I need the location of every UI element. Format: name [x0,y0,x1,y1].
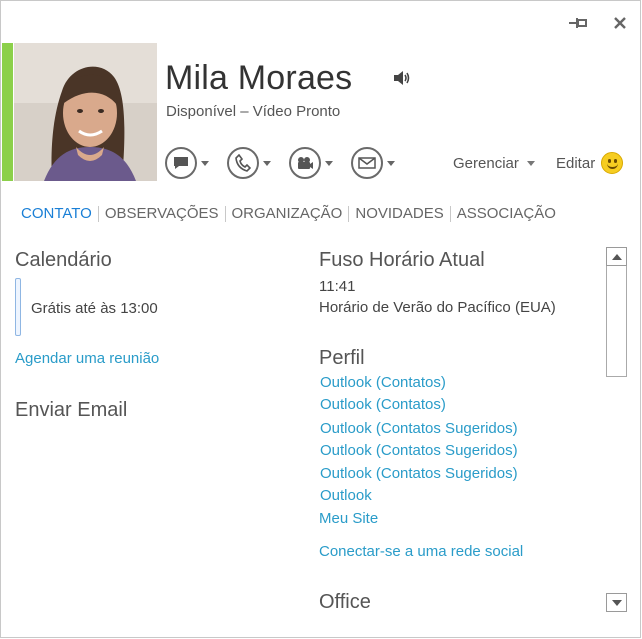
action-bar [165,147,403,179]
tab-contact[interactable]: CONTATO [21,205,98,222]
calendar-free-bar [15,278,21,336]
speaker-icon[interactable] [393,70,411,91]
local-time: 11:41 [319,278,356,295]
schedule-meeting-link[interactable]: Agendar uma reunião [15,350,159,367]
email-icon [351,147,383,179]
chevron-down-icon [201,160,209,166]
profile-link[interactable]: Outlook [320,487,372,504]
profile-link[interactable]: Outlook (Contatos Sugeridos) [320,420,518,437]
scroll-thumb[interactable] [606,266,627,377]
phone-icon [227,147,259,179]
chat-bubble-icon [165,147,197,179]
arrow-up-icon [611,253,622,260]
tab-bar: CONTATO OBSERVAÇÕES ORGANIZAÇÃO NOVIDADE… [21,205,562,222]
contact-card: Mila Moraes Disponível – Vídeo Pronto Ge… [0,0,641,638]
office-title: Office [319,591,371,613]
tab-news[interactable]: NOVIDADES [349,205,449,222]
tab-notes[interactable]: OBSERVAÇÕES [99,205,225,222]
video-camera-icon [289,147,321,179]
video-call-button[interactable] [289,147,341,179]
presence-indicator [2,43,13,181]
tab-membership[interactable]: ASSOCIAÇÃO [451,205,562,222]
profile-title: Perfil [319,347,365,369]
chevron-down-icon [263,160,271,166]
profile-link[interactable]: Outlook (Contatos) [320,374,446,391]
edit-button[interactable]: Editar [556,152,624,174]
social-network-link[interactable]: Conectar-se a uma rede social [319,543,523,560]
pin-icon[interactable] [568,13,588,33]
presence-status: Disponível – Vídeo Pronto [166,103,341,120]
window-controls [568,13,630,33]
my-site-link[interactable]: Meu Site [319,510,378,527]
chevron-down-icon [325,160,333,166]
chevron-down-icon [387,160,395,166]
avatar [14,43,157,181]
manage-dropdown[interactable]: Gerenciar [453,155,535,172]
profile-link[interactable]: Outlook (Contatos) [320,396,446,413]
chevron-down-icon [526,161,535,166]
profile-link[interactable]: Outlook (Contatos Sugeridos) [320,465,518,482]
timezone-title: Fuso Horário Atual [319,249,485,271]
arrow-down-icon [611,599,622,606]
send-email-title[interactable]: Enviar Email [15,399,127,422]
manage-label: Gerenciar [453,155,519,172]
email-button[interactable] [351,147,403,179]
close-icon[interactable] [610,13,630,33]
smiley-icon [601,152,624,174]
profile-link[interactable]: Outlook (Contatos Sugeridos) [320,442,518,459]
scroll-down-button[interactable] [606,593,627,612]
vertical-scrollbar[interactable] [606,247,628,617]
scroll-up-button[interactable] [606,247,627,266]
calendar-title: Calendário [15,249,112,271]
contact-name: Mila Moraes [165,59,353,97]
edit-label: Editar [556,154,596,172]
timezone-name: Horário de Verão do Pacífico (EUA) [319,299,556,316]
calendar-free-text: Grátis até às 13:00 [31,300,158,317]
call-button[interactable] [227,147,279,179]
im-button[interactable] [165,147,217,179]
tab-organization[interactable]: ORGANIZAÇÃO [226,205,349,222]
